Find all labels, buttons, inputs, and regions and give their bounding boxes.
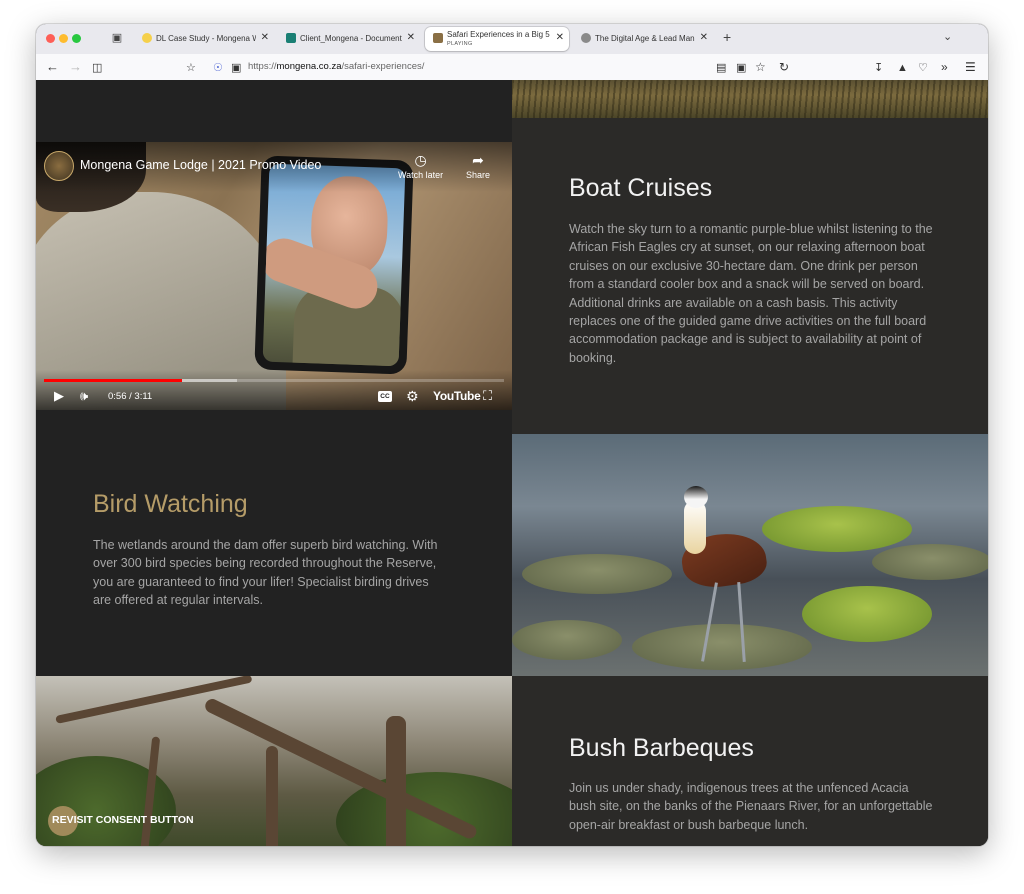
reload-icon[interactable]: ↻: [779, 59, 789, 75]
tab-manager-icon[interactable]: ▣: [110, 31, 124, 45]
overflow-chevrons-icon[interactable]: »: [941, 59, 948, 75]
close-window-button[interactable]: [46, 34, 55, 43]
extensions-icon[interactable]: ▲: [897, 60, 908, 76]
tab-title: The Digital Age & Lead Management: [595, 34, 695, 43]
share-arrow-icon: ➦: [472, 152, 484, 168]
video-title[interactable]: Mongena Game Lodge | 2021 Promo Video: [80, 158, 321, 172]
watch-later-label: Watch later: [398, 170, 444, 180]
tab-title: Client_Mongena - Documents - All Documen…: [300, 34, 402, 43]
menu-hamburger-icon[interactable]: ☰: [965, 59, 976, 75]
url-domain: mongena.co.za: [276, 61, 342, 72]
navigation-toolbar: ← → ◫ ☆ ☉ ▣ https://mongena.co.za/safari…: [36, 54, 988, 81]
share-label: Share: [466, 170, 491, 180]
bush-barbeques-section: Bush Barbeques Join us under shady, indi…: [512, 676, 988, 846]
tab-playing-label: PLAYING: [447, 41, 473, 47]
tab-title: Safari Experiences in a Big 5 Game Reser…: [447, 30, 551, 39]
tab-favicon-icon: [142, 33, 152, 43]
channel-avatar[interactable]: [44, 151, 74, 181]
new-tab-plus-icon[interactable]: +: [723, 29, 731, 45]
chevron-down-icon[interactable]: ⌄: [943, 30, 952, 43]
minimize-window-button[interactable]: [59, 34, 68, 43]
tab-digital-age[interactable]: The Digital Age & Lead Management ✕: [573, 27, 713, 51]
settings-gear-icon[interactable]: ⚙: [406, 388, 419, 404]
captions-button[interactable]: CC: [378, 391, 392, 402]
play-icon[interactable]: ▶: [54, 388, 64, 404]
bush-barbeques-text: Join us under shady, indigenous trees at…: [569, 781, 933, 832]
url-scheme: https://: [248, 61, 277, 72]
grass-image: [512, 80, 988, 118]
bird-watching-section: Bird Watching The wetlands around the da…: [36, 410, 512, 676]
top-dark-band: [36, 80, 512, 142]
shield-icon[interactable]: ☉: [213, 60, 223, 76]
zoom-window-button[interactable]: [72, 34, 81, 43]
tab-favicon-icon: [581, 33, 591, 43]
url-path: /safari-experiences/: [341, 61, 425, 72]
bird-watching-heading: Bird Watching: [93, 490, 248, 518]
screenshot-icon[interactable]: ▣: [736, 60, 746, 76]
sidebar-icon[interactable]: ◫: [92, 60, 102, 76]
video-played-bar: [44, 379, 182, 382]
youtube-video-player[interactable]: Mongena Game Lodge | 2021 Promo Video ◷ …: [36, 142, 512, 410]
back-arrow-icon[interactable]: ←: [46, 59, 59, 75]
address-bar[interactable]: https://mongena.co.za/safari-experiences…: [248, 61, 424, 72]
boat-cruises-heading: Boat Cruises: [569, 174, 713, 202]
tab-safari-experiences[interactable]: Safari Experiences in a Big 5 Game Reser…: [425, 27, 569, 51]
clock-icon: ◷: [414, 152, 427, 168]
revisit-consent-button[interactable]: REVISIT CONSENT BUTTON: [52, 814, 194, 826]
web-page: Mongena Game Lodge | 2021 Promo Video ◷ …: [36, 80, 988, 846]
bush-trees-image: REVISIT CONSENT BUTTON: [36, 676, 512, 846]
bush-barbeques-heading: Bush Barbeques: [569, 734, 754, 762]
volume-icon[interactable]: 🕪: [80, 388, 88, 404]
fullscreen-icon[interactable]: ⛶: [483, 388, 492, 404]
forward-arrow-icon[interactable]: →: [69, 59, 82, 75]
close-tab-icon[interactable]: ✕: [407, 32, 415, 44]
reader-view-icon[interactable]: ▤: [716, 60, 726, 76]
tab-strip: ▣ DL Case Study - Mongena Website ✕ Clie…: [36, 24, 988, 54]
pocket-icon[interactable]: ♡: [918, 60, 928, 76]
jacana-bird-image: [512, 434, 988, 676]
mongena-favicon-icon: [433, 33, 443, 43]
bird-watching-text: The wetlands around the dam offer superb…: [93, 538, 438, 608]
browser-window: ▣ DL Case Study - Mongena Website ✕ Clie…: [36, 24, 988, 846]
close-tab-icon[interactable]: ✕: [261, 32, 269, 44]
boat-cruises-text: Watch the sky turn to a romantic purple-…: [569, 222, 933, 365]
tab-title: DL Case Study - Mongena Website: [156, 34, 256, 43]
video-progress-bar[interactable]: [44, 379, 504, 382]
watch-later-button[interactable]: ◷ Watch later: [398, 152, 443, 180]
share-button[interactable]: ➦ Share: [466, 152, 490, 180]
close-tab-icon[interactable]: ✕: [700, 32, 708, 44]
tab-dl-case-study[interactable]: DL Case Study - Mongena Website ✕: [134, 27, 274, 51]
lock-icon[interactable]: ▣: [231, 60, 241, 76]
close-tab-icon[interactable]: ✕: [556, 32, 564, 44]
video-time: 0:56 / 3:11: [108, 391, 153, 402]
boat-cruises-section: Boat Cruises Watch the sky turn to a rom…: [512, 118, 988, 434]
tab-client-mongena[interactable]: Client_Mongena - Documents - All Documen…: [278, 27, 420, 51]
extension-icon[interactable]: ☆: [186, 60, 196, 76]
bookmark-star-icon[interactable]: ☆: [755, 59, 766, 75]
youtube-logo[interactable]: YouTube: [433, 389, 481, 403]
downloads-icon[interactable]: ↧: [874, 60, 883, 76]
sharepoint-favicon-icon: [286, 33, 296, 43]
